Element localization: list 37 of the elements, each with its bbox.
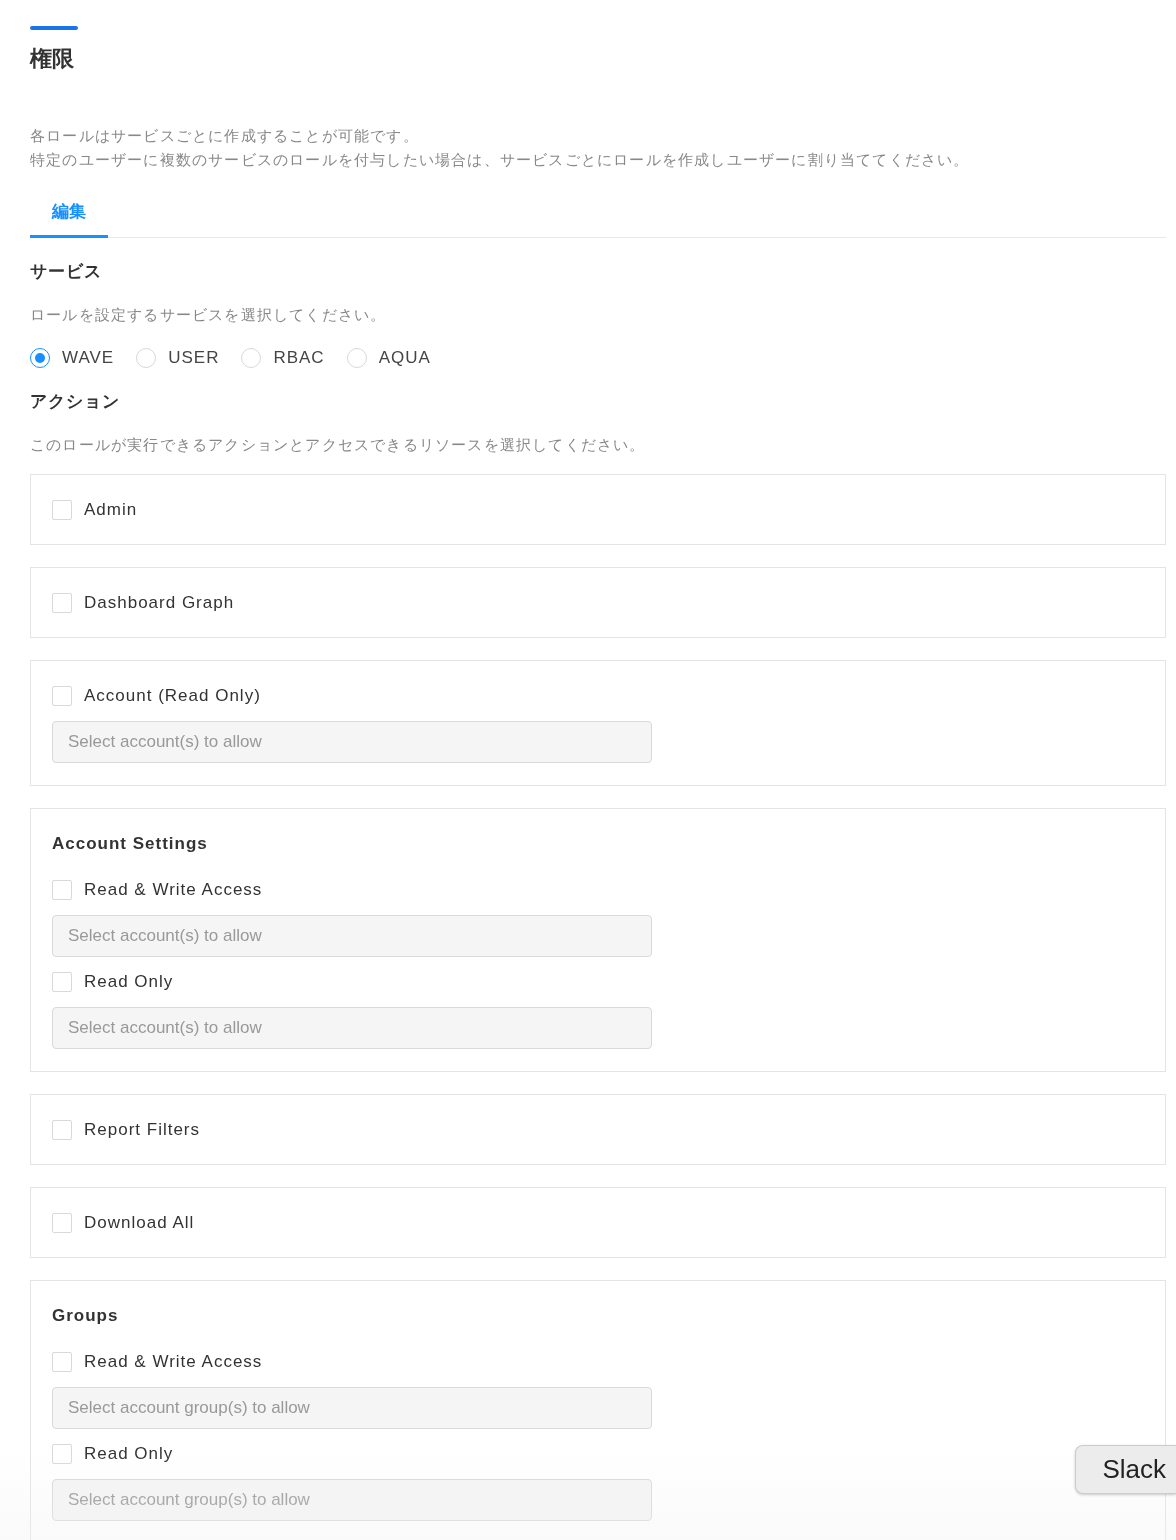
select-field[interactable]: Select account(s) to allow — [52, 721, 652, 763]
checkbox[interactable] — [52, 1120, 72, 1140]
radio-label[interactable]: USER — [168, 348, 220, 368]
checkbox[interactable] — [52, 880, 72, 900]
description-text: 各ロールはサービスごとに作成することが可能です。 — [30, 126, 420, 146]
checkbox-label[interactable]: Read & Write Access — [84, 1350, 263, 1374]
select-field[interactable]: Select account(s) to allow — [52, 915, 652, 957]
radio-label[interactable]: RBAC — [273, 348, 325, 368]
checkbox-label[interactable]: Admin — [84, 498, 138, 522]
section-hint: ロールを設定するサービスを選択してください。 — [30, 305, 388, 325]
checkbox[interactable] — [52, 1444, 72, 1464]
description-text: 特定のユーザーに複数のサービスのロールを付与したい場合は、サービスごとにロールを作成しユーザーに割り当ててください。 — [30, 150, 971, 170]
checkbox[interactable] — [52, 972, 72, 992]
checkbox-label[interactable]: Read & Write Access — [84, 878, 263, 902]
select-field[interactable]: Select account group(s) to allow — [52, 1387, 652, 1429]
select-field[interactable]: Select account(s) to allow — [52, 1007, 652, 1049]
checkbox-label[interactable]: Download All — [84, 1211, 195, 1235]
checkbox[interactable] — [52, 1213, 72, 1233]
checkbox[interactable] — [52, 593, 72, 613]
checkbox-label[interactable]: Read Only — [84, 1442, 174, 1466]
checkbox[interactable] — [52, 500, 72, 520]
checkbox-label[interactable]: Dashboard Graph — [84, 591, 235, 615]
page-title: 権限 — [30, 45, 75, 73]
group-title: Account Settings — [52, 833, 209, 855]
checkbox-label[interactable]: Report Filters — [84, 1118, 201, 1142]
checkbox[interactable] — [52, 686, 72, 706]
radio-label[interactable]: WAVE — [62, 348, 115, 368]
checkbox-label[interactable]: Account (Read Only) — [84, 684, 261, 708]
checkbox[interactable] — [52, 1352, 72, 1372]
section-heading: サービス — [30, 261, 103, 283]
radio-label[interactable]: AQUA — [378, 348, 431, 368]
group-title: Groups — [52, 1305, 120, 1327]
section-hint: このロールが実行できるアクションとアクセスできるリソースを選択してください。 — [30, 435, 647, 455]
checkbox-label[interactable]: Read Only — [84, 970, 174, 994]
select-field[interactable]: Select account group(s) to allow — [52, 1479, 652, 1521]
section-heading: アクション — [30, 391, 121, 413]
tooltip: Slack — [1075, 1445, 1176, 1494]
